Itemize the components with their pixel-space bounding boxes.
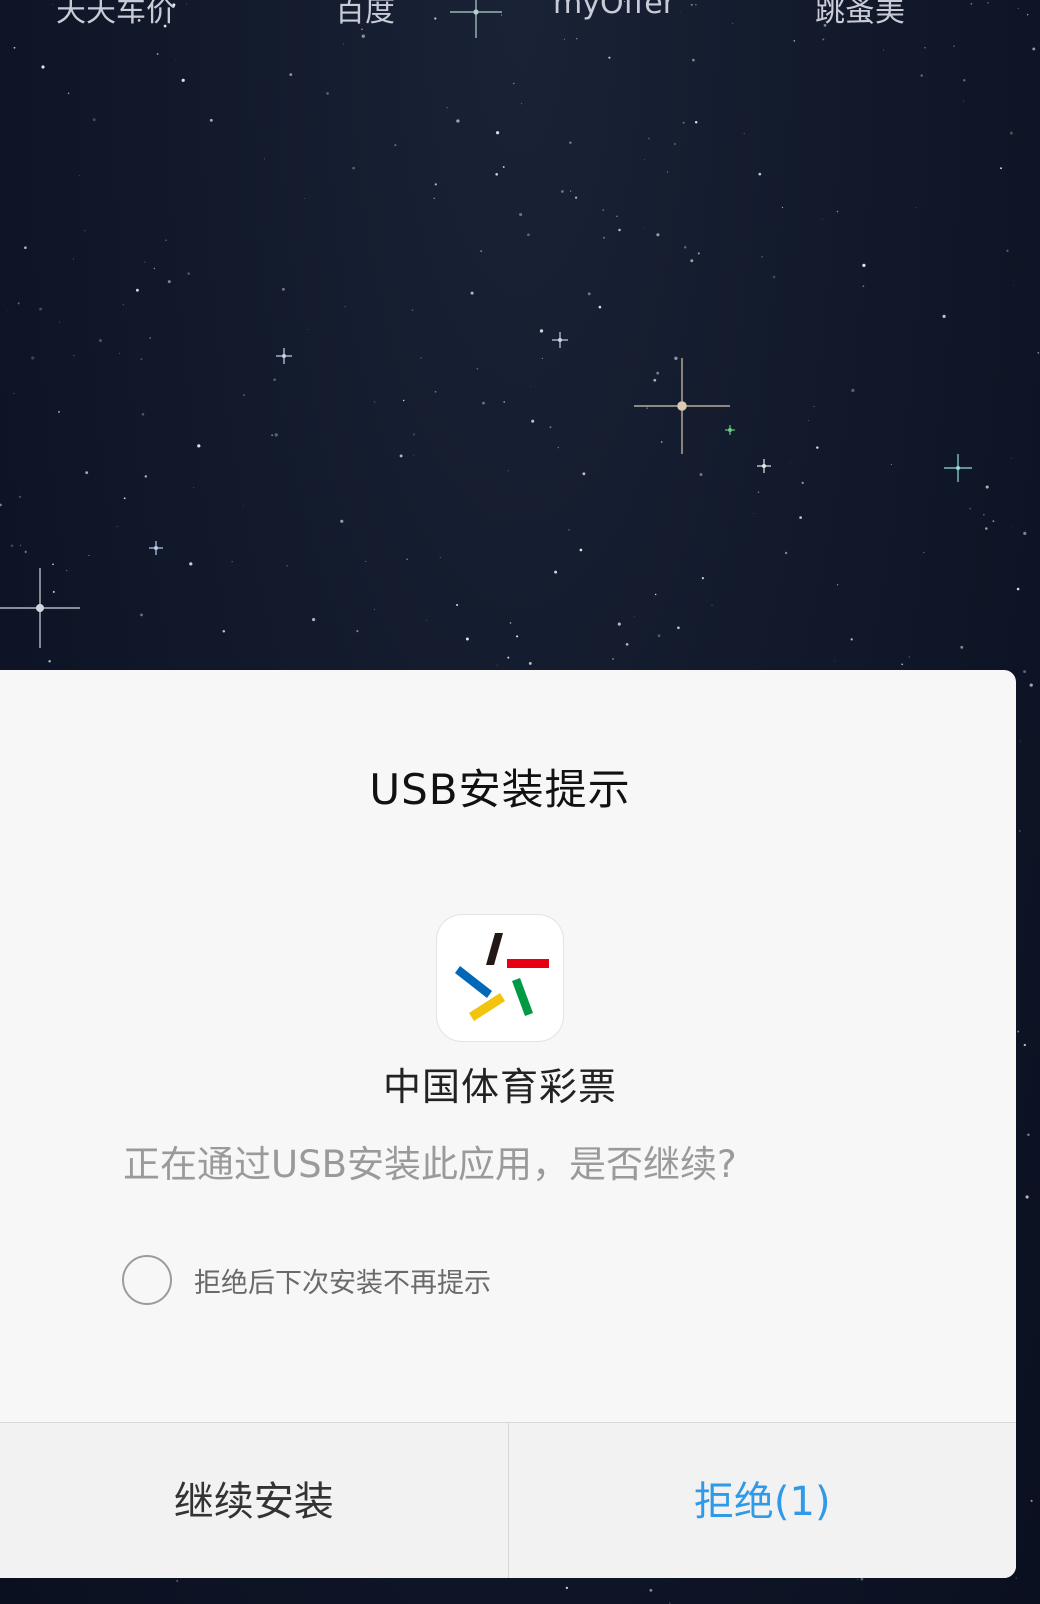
dialog-title: USB安装提示 — [369, 765, 631, 814]
launcher-label-2[interactable]: 百度 — [335, 0, 395, 30]
usb-install-dialog: USB安装提示 中国体育彩票 正在通过USB安装此应用，是否继续? 拒绝后下次安… — [0, 670, 1016, 1578]
app-name: 中国体育彩票 — [382, 1065, 617, 1109]
dont-ask-again-option[interactable]: 拒绝后下次安装不再提示 — [122, 1252, 491, 1308]
reject-button[interactable]: 拒绝(1) — [509, 1423, 1017, 1578]
install-message: 正在通过USB安装此应用，是否继续? — [123, 1143, 737, 1186]
launcher-label-4[interactable]: 跳蚤美 — [815, 0, 905, 30]
dont-ask-again-label[interactable]: 拒绝后下次安装不再提示 — [194, 1261, 491, 1300]
launcher-label-1[interactable]: 天天车价 — [56, 0, 176, 30]
launcher-label-3[interactable]: myOffer — [553, 0, 675, 21]
china-sports-lottery-icon — [436, 914, 564, 1042]
launcher-app-labels: 天天车价 百度 myOffer 跳蚤美 — [0, 0, 1040, 29]
dont-ask-again-radio[interactable] — [122, 1255, 172, 1305]
continue-install-button[interactable]: 继续安装 — [0, 1423, 509, 1578]
dialog-button-bar: 继续安装 拒绝(1) — [0, 1422, 1016, 1578]
